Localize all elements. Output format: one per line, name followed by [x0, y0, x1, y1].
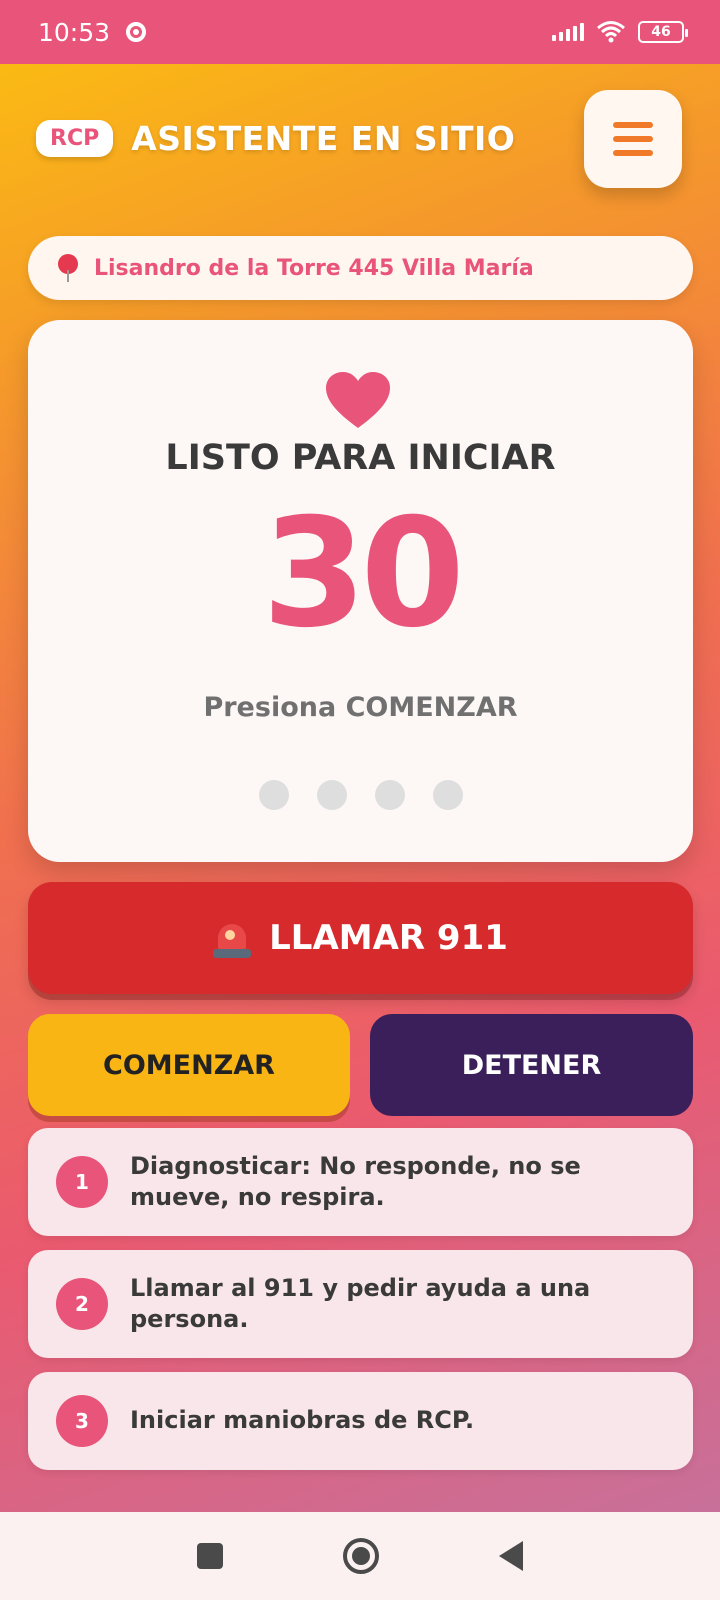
siren-icon — [213, 918, 252, 958]
location-bar: Lisandro de la Torre 445 Villa María — [28, 236, 693, 300]
app-screen: RCP ASISTENTE EN SITIO Lisandro de la To… — [0, 64, 720, 1512]
system-nav-bar — [0, 1512, 720, 1600]
recents-icon[interactable] — [197, 1543, 223, 1569]
hamburger-icon — [613, 122, 653, 128]
step-text: Iniciar maniobras de RCP. — [130, 1406, 475, 1435]
step-text: Llamar al 911 y pedir ayuda a una person… — [130, 1273, 591, 1333]
progress-dots — [28, 780, 693, 810]
step-item: 2 Llamar al 911 y pedir ayuda a una pers… — [28, 1250, 693, 1358]
stop-button[interactable]: DETENER — [370, 1014, 693, 1116]
progress-dot — [374, 780, 405, 810]
compression-counter: 30 — [262, 487, 465, 661]
card-hint: Presiona COMENZAR — [203, 692, 518, 723]
status-bar: 10:53 46 — [0, 0, 720, 64]
home-icon[interactable] — [343, 1538, 379, 1574]
pin-icon — [58, 254, 78, 282]
call-911-label: LLAMAR 911 — [269, 918, 508, 958]
location-address: Lisandro de la Torre 445 Villa María — [94, 255, 534, 281]
card-status-title: LISTO PARA INICIAR — [165, 438, 556, 478]
wifi-icon — [597, 21, 625, 43]
step-number: 1 — [56, 1156, 108, 1208]
start-button[interactable]: COMENZAR — [28, 1014, 350, 1116]
progress-dot — [432, 780, 463, 810]
back-icon[interactable] — [499, 1541, 523, 1571]
app-header: RCP ASISTENTE EN SITIO — [36, 119, 515, 158]
progress-dot — [258, 780, 289, 810]
step-number: 3 — [56, 1395, 108, 1447]
chrome-notification-icon — [126, 22, 147, 42]
app-title: ASISTENTE EN SITIO — [131, 119, 516, 158]
battery-icon: 46 — [638, 21, 688, 43]
step-number: 2 — [56, 1278, 108, 1330]
step-text: Diagnosticar: No responde, no se mueve, … — [130, 1151, 581, 1211]
menu-button[interactable] — [584, 90, 682, 188]
step-item: 3 Iniciar maniobras de RCP. — [28, 1372, 693, 1470]
status-time: 10:53 — [38, 17, 111, 47]
rcp-badge: RCP — [36, 120, 114, 157]
call-911-button[interactable]: LLAMAR 911 — [28, 882, 693, 994]
progress-dot — [316, 780, 347, 810]
cpr-status-card: LISTO PARA INICIAR 30 Presiona COMENZAR — [28, 320, 693, 862]
signal-icon — [552, 23, 584, 41]
step-item: 1 Diagnosticar: No responde, no se mueve… — [28, 1128, 693, 1236]
